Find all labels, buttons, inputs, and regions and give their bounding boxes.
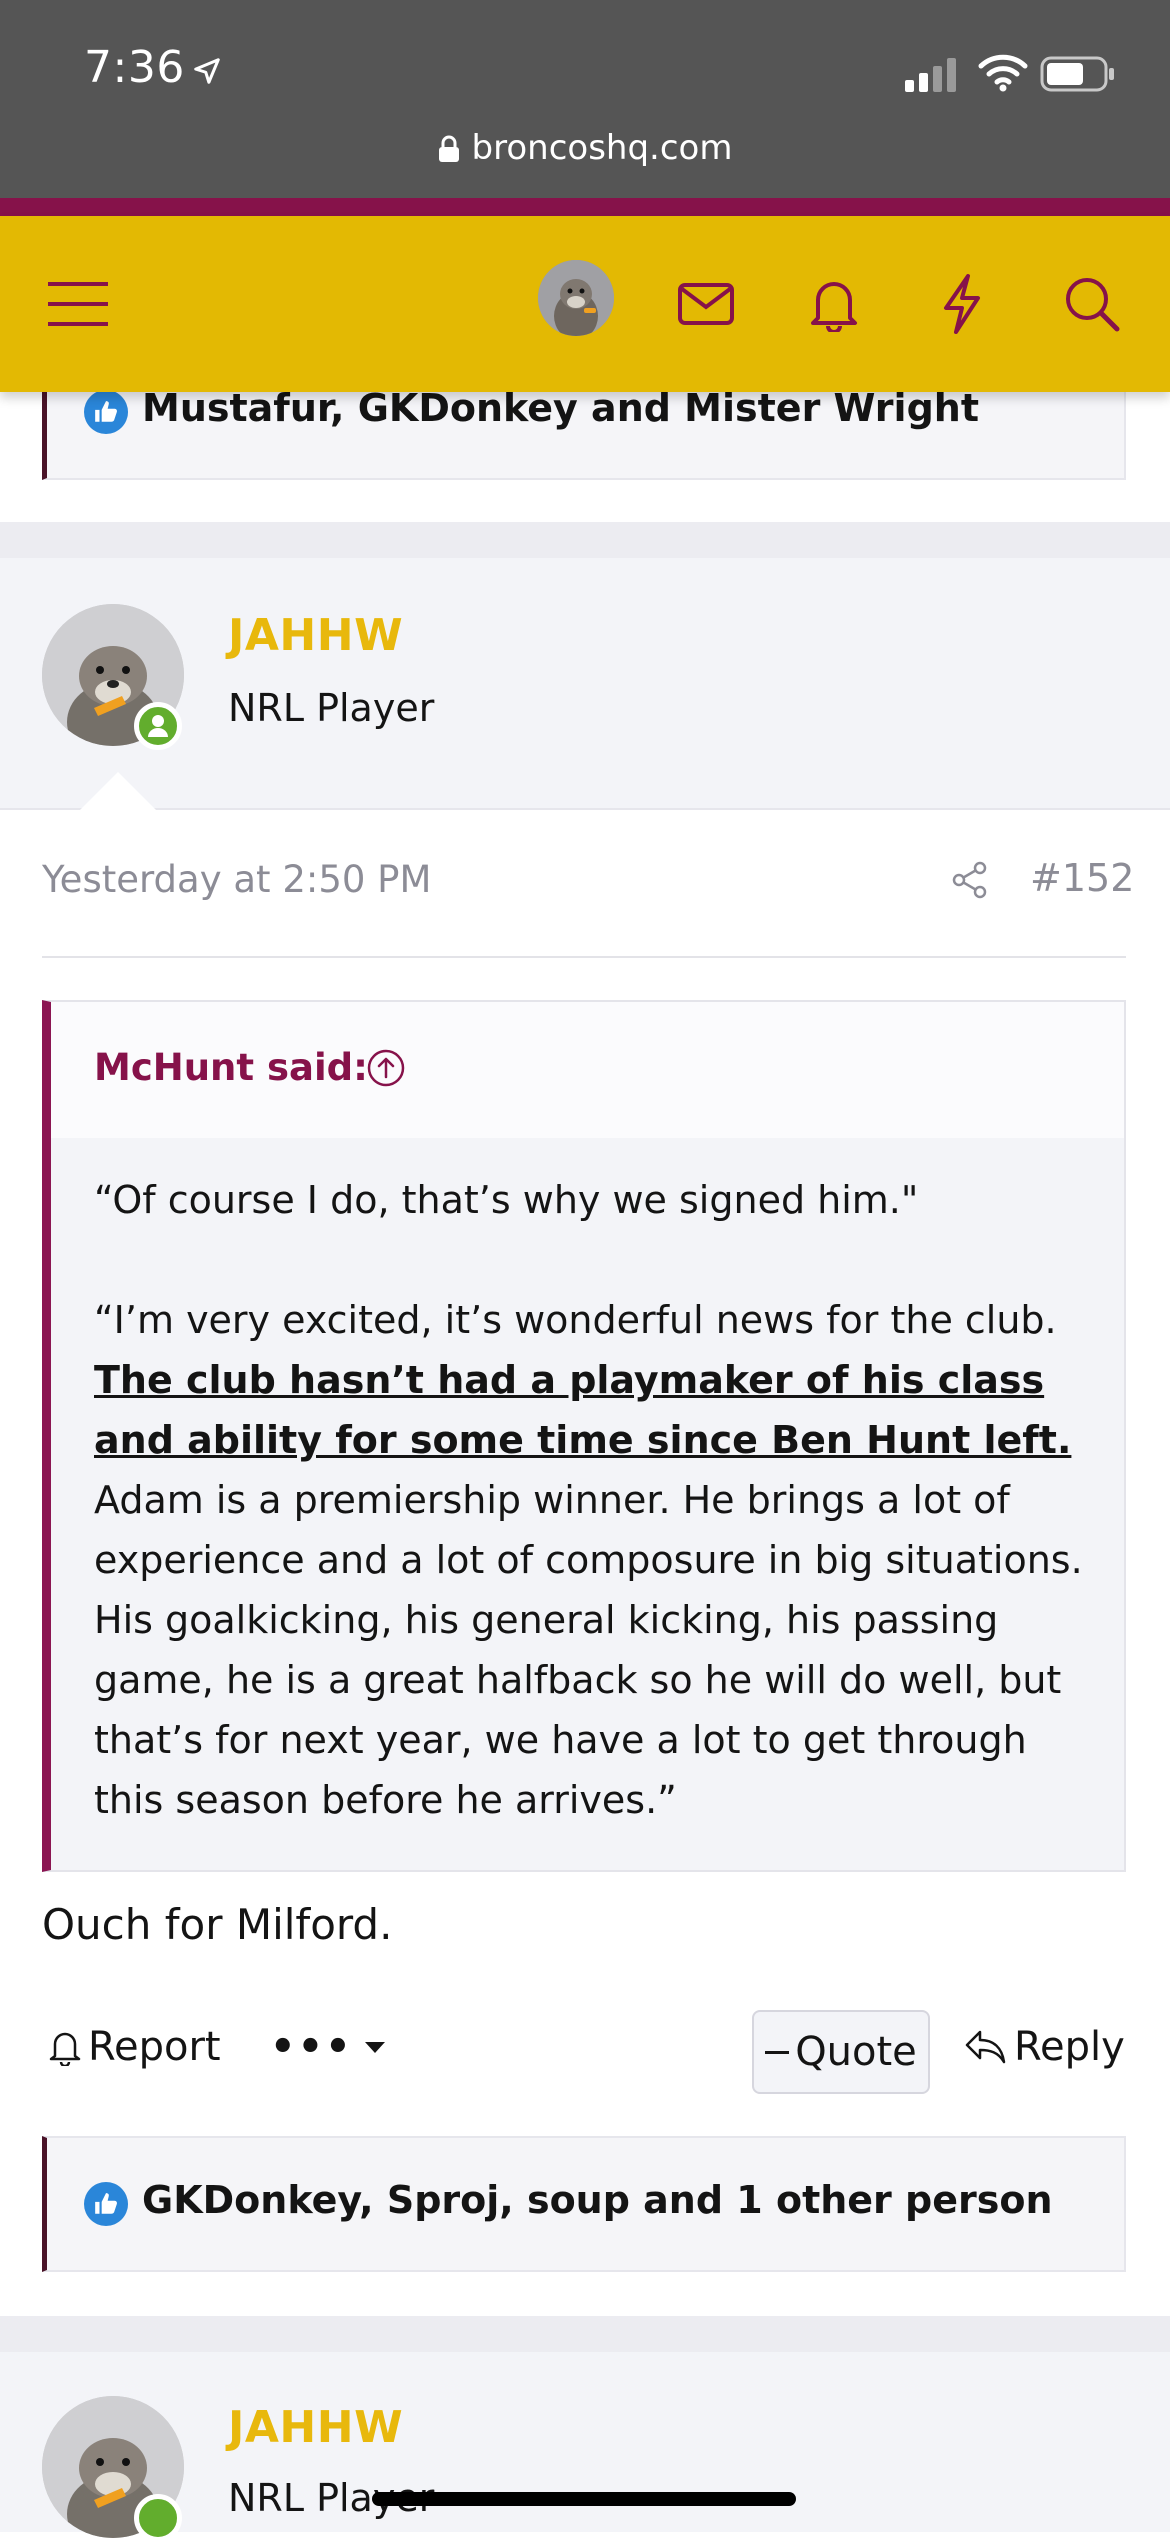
quote-body: “Of course I do, that’s why we signed hi…: [94, 1170, 1094, 1830]
avatar[interactable]: [538, 260, 614, 336]
brand-strip: [0, 198, 1170, 216]
like-icon: [84, 390, 128, 434]
home-indicator[interactable]: [372, 2492, 796, 2506]
menu-icon[interactable]: [40, 266, 116, 342]
status-bar: [0, 0, 1170, 200]
more-options-button[interactable]: •••: [270, 2024, 387, 2070]
more-label: •••: [270, 2024, 353, 2070]
minus-icon: [765, 2050, 790, 2054]
quote-author-label[interactable]: McHunt said:: [94, 1046, 368, 1089]
quote-label: Quote: [795, 2029, 917, 2075]
location-arrow-icon: [194, 58, 220, 84]
go-to-quote-icon[interactable]: [366, 1048, 406, 1088]
quote-button[interactable]: Quote: [752, 2010, 930, 2094]
reply-icon: [965, 2030, 1006, 2064]
site-header: [0, 216, 1170, 392]
address-bar[interactable]: broncoshq.com: [0, 128, 1170, 168]
bell-icon: [49, 2032, 81, 2066]
clock: 7:36: [84, 42, 185, 93]
cellular-signal-icon: [905, 58, 956, 92]
online-status-icon: [134, 702, 182, 750]
message-pointer: [80, 772, 156, 810]
battery-icon: [1040, 56, 1114, 92]
divider: [42, 956, 1126, 958]
lock-icon: [438, 135, 459, 162]
report-label: Report: [88, 2024, 221, 2070]
post-date[interactable]: Yesterday at 2:50 PM: [42, 858, 431, 901]
username[interactable]: JAHHW: [228, 2402, 403, 2453]
post-content: Ouch for Milford.: [42, 1900, 393, 1949]
post-separator: [0, 522, 1170, 558]
url-text: broncoshq.com: [471, 128, 733, 168]
reactions-text[interactable]: GKDonkey, Sproj, soup and 1 other person: [142, 2178, 1053, 2222]
quote-rest: Adam is a premiership winner. He brings …: [94, 1478, 1083, 1822]
wifi-icon: [978, 54, 1028, 92]
user-title: NRL Player: [228, 686, 435, 730]
lightning-icon[interactable]: [924, 266, 1000, 342]
quote-emphasis: The club hasn’t had a playmaker of his c…: [94, 1358, 1072, 1462]
envelope-icon[interactable]: [668, 266, 744, 342]
post-number[interactable]: #152: [1030, 856, 1134, 900]
caret-down-icon: [364, 2042, 385, 2053]
quote-line-2: “I’m very excited, it’s wonderful news f…: [94, 1298, 1057, 1342]
share-icon[interactable]: [950, 860, 990, 900]
quote-paragraph-2: “I’m very excited, it’s wonderful news f…: [94, 1290, 1094, 1830]
search-icon[interactable]: [1054, 266, 1130, 342]
like-icon: [84, 2182, 128, 2226]
reactions-text[interactable]: Mustafur, GKDonkey and Mister Wright: [142, 386, 979, 430]
quote-author[interactable]: McHunt said:: [94, 1046, 368, 1089]
reply-label: Reply: [1014, 2024, 1125, 2070]
quote-line-1: “Of course I do, that’s why we signed hi…: [94, 1178, 919, 1222]
bell-icon[interactable]: [796, 266, 872, 342]
post-separator: [0, 2316, 1170, 2352]
reply-button[interactable]: Reply: [964, 2024, 1125, 2070]
online-status-icon: [134, 2494, 182, 2542]
report-button[interactable]: Report: [48, 2024, 221, 2070]
username[interactable]: JAHHW: [228, 610, 403, 661]
